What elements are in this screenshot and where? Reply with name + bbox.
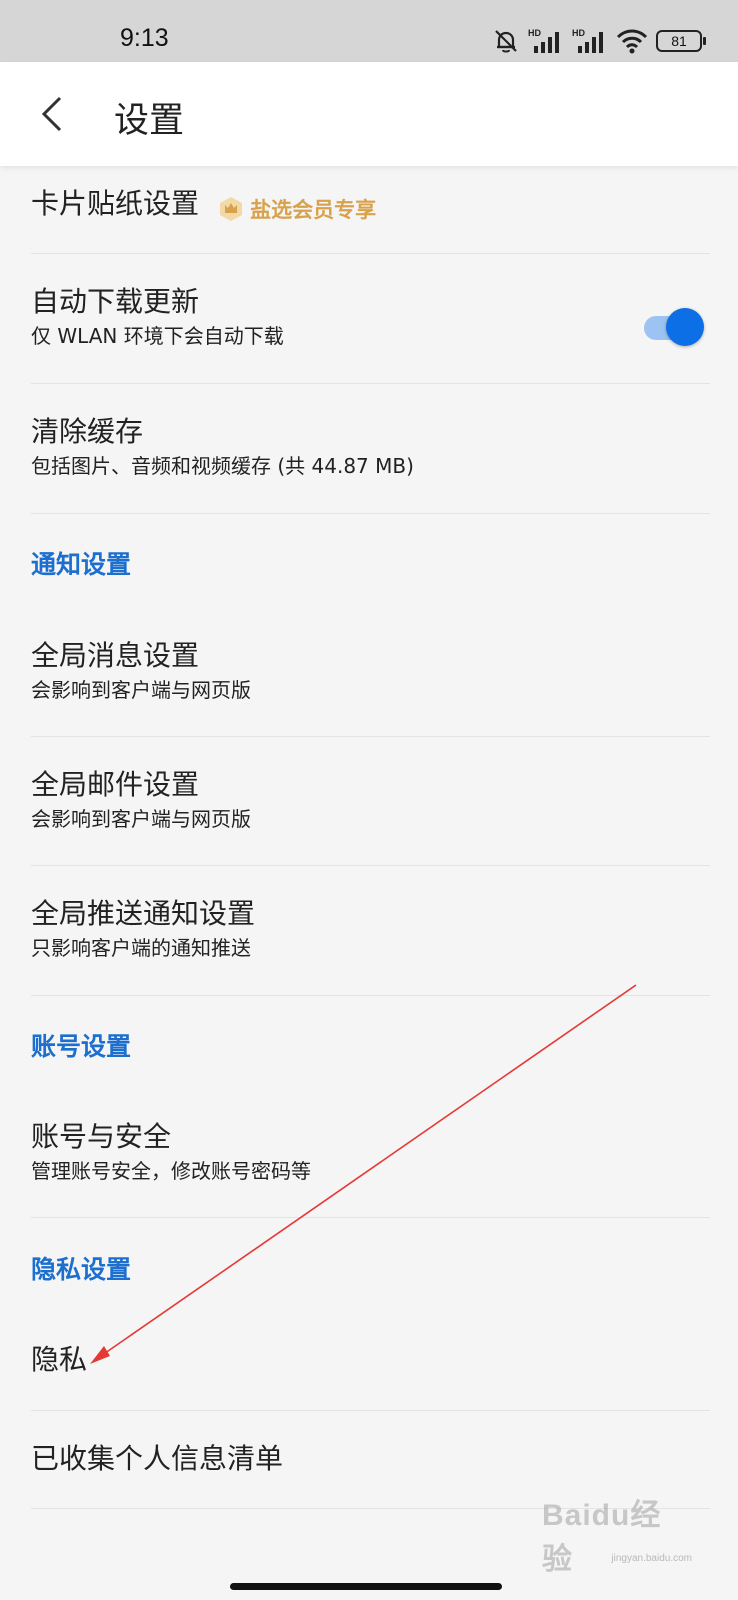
svg-text:HD: HD: [528, 28, 541, 38]
home-indicator[interactable]: [230, 1583, 502, 1590]
global-push-title: 全局推送通知设置: [31, 897, 256, 930]
watermark-sub: jingyan.baidu.com: [611, 1553, 692, 1564]
hd-signal-icon-2: HD: [572, 28, 603, 53]
auto-update-toggle[interactable]: [644, 306, 704, 346]
global-mail-setting[interactable]: 全局邮件设置 会影响到客户端与网页版: [31, 767, 710, 833]
status-icons: HD HD 81: [492, 26, 706, 56]
app-header: 设置: [0, 62, 738, 166]
global-mail-title: 全局邮件设置: [31, 768, 200, 801]
divider: [31, 865, 710, 866]
divider: [31, 1410, 710, 1411]
section-notification: 通知设置: [31, 550, 132, 579]
privacy-title: 隐私: [31, 1343, 88, 1376]
divider: [31, 513, 710, 514]
mute-bell-icon: [495, 30, 517, 53]
divider: [31, 253, 710, 254]
divider: [31, 736, 710, 737]
card-sticker-title: 卡片贴纸设置: [31, 187, 200, 220]
hd-signal-icon: HD: [528, 28, 559, 53]
clear-cache-title: 清除缓存: [31, 415, 144, 448]
wifi-icon: [616, 29, 648, 54]
divider: [31, 1217, 710, 1218]
battery-icon: 81: [656, 30, 706, 52]
account-security-subtitle: 管理账号安全，修改账号密码等: [31, 1159, 311, 1183]
page-title: 设置: [114, 101, 185, 141]
privacy-setting[interactable]: 隐私: [31, 1342, 710, 1378]
crown-icon: [220, 196, 243, 221]
clear-cache-subtitle: 包括图片、音频和视频缓存 (共 44.87 MB): [31, 454, 414, 478]
vip-badge: 盐选会员专享: [218, 194, 376, 224]
baidu-watermark: Baidu经验 jingyan.baidu.com: [542, 1499, 692, 1576]
auto-update-title: 自动下载更新: [31, 285, 200, 318]
global-mail-subtitle: 会影响到客户端与网页版: [31, 807, 251, 831]
personal-info-setting[interactable]: 已收集个人信息清单: [31, 1441, 710, 1477]
global-push-setting[interactable]: 全局推送通知设置 只影响客户端的通知推送: [31, 896, 710, 962]
back-arrow-icon[interactable]: [36, 92, 76, 136]
global-message-title: 全局消息设置: [31, 639, 200, 672]
section-account: 账号设置: [31, 1032, 132, 1061]
global-message-subtitle: 会影响到客户端与网页版: [31, 678, 251, 702]
account-security-setting[interactable]: 账号与安全 管理账号安全，修改账号密码等: [31, 1119, 710, 1185]
auto-update-setting[interactable]: 自动下载更新 仅 WLAN 环境下会自动下载: [31, 284, 710, 350]
card-sticker-setting[interactable]: 卡片贴纸设置 盐选会员专享: [31, 186, 710, 224]
status-bar: 9:13 HD HD 81: [0, 0, 738, 62]
watermark-text: Baidu经验: [542, 1499, 662, 1576]
toggle-knob: [666, 308, 704, 346]
battery-level: 81: [671, 33, 687, 49]
svg-text:HD: HD: [572, 28, 585, 38]
account-security-title: 账号与安全: [31, 1120, 172, 1153]
personal-info-title: 已收集个人信息清单: [31, 1442, 284, 1475]
global-message-setting[interactable]: 全局消息设置 会影响到客户端与网页版: [31, 638, 710, 704]
divider: [31, 995, 710, 996]
global-push-subtitle: 只影响客户端的通知推送: [31, 936, 251, 960]
clear-cache-setting[interactable]: 清除缓存 包括图片、音频和视频缓存 (共 44.87 MB): [31, 414, 710, 480]
divider: [31, 383, 710, 384]
auto-update-subtitle: 仅 WLAN 环境下会自动下载: [31, 324, 284, 348]
vip-badge-label: 盐选会员专享: [250, 197, 377, 222]
section-privacy: 隐私设置: [31, 1255, 132, 1284]
status-time: 9:13: [120, 24, 169, 52]
